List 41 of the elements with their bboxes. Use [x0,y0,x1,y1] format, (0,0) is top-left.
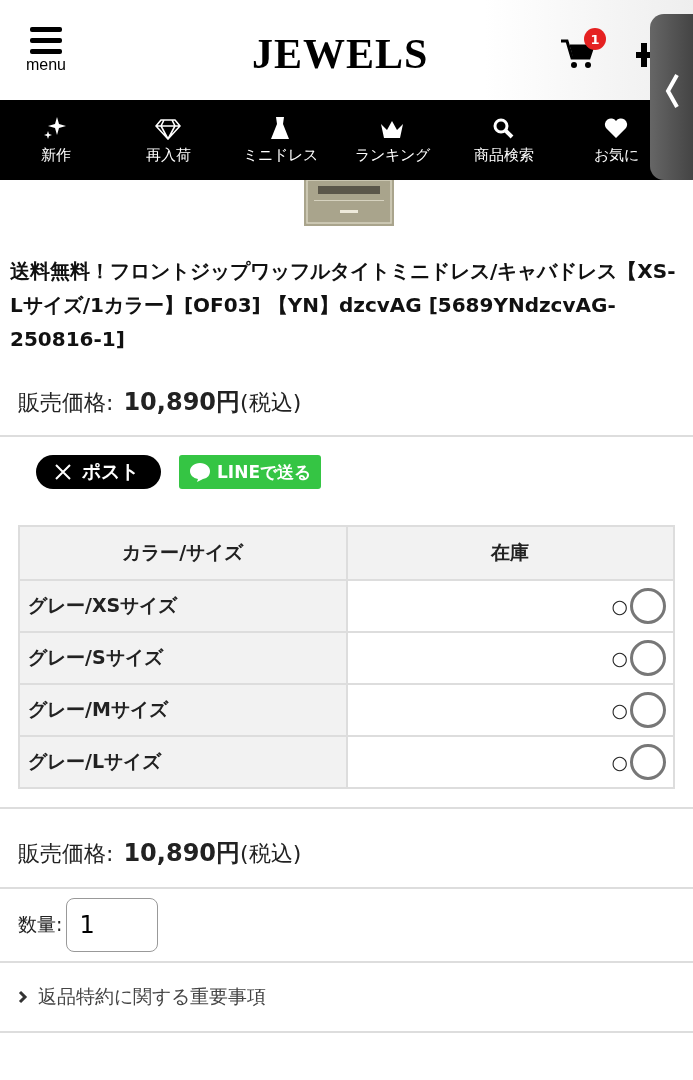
column-header: カラー/サイズ [19,526,347,580]
table-cell: グレー/Mサイズ [19,684,347,736]
price-value: 10,890円 [123,838,241,869]
radio-button[interactable] [630,692,666,728]
menu-icon[interactable] [28,26,64,56]
x-post-button[interactable]: ポスト [36,455,161,489]
radio-button[interactable] [630,744,666,780]
nav-tab[interactable]: 商品検索 [474,145,534,165]
cart-count-badge: 1 [584,28,606,50]
table-cell: グレー/XSサイズ [19,580,347,632]
quantity-label: 数量: [18,912,63,937]
nav-tab[interactable]: 新作 [41,145,71,165]
price-value: 10,890円 [123,387,241,418]
price-label: 販売価格: [18,389,114,417]
stock-mark: ○ [611,647,628,669]
product-title: 送料無料！フロントジップワッフルタイトミニドレス/キャバドレス【XS-Lサイズ/1カラー】[OF03] 【YN】dzcvAG [5689YNdzcvAG-250816-1] [10,258,677,353]
stock-mark: ○ [611,699,628,721]
nav-tab[interactable]: 再入荷 [145,145,191,165]
column-header: 在庫 [346,526,674,580]
tax-note: (税込) [240,840,302,868]
price-label: 販売価格: [18,840,114,868]
table-cell: グレー/Sサイズ [19,632,347,684]
side-drawer-handle[interactable] [650,14,693,180]
quantity-field[interactable]: 1 [66,898,159,952]
logo[interactable]: JEWELS [252,30,429,78]
menu-label[interactable]: menu [26,56,66,74]
nav-tab[interactable]: お気に [593,145,639,165]
return-policy-link[interactable]: 返品特約に関する重要事項 [38,984,266,1010]
speech-bubble-icon [189,462,211,482]
x-logo-icon [54,463,72,481]
nav-tab[interactable]: ミニドレス [242,145,318,165]
heart-icon[interactable] [603,115,629,140]
stock-mark: ○ [611,751,628,773]
chevron-left-icon [664,73,679,109]
radio-button[interactable] [630,588,666,624]
nav-tab[interactable]: ランキング [354,145,430,165]
table-cell: グレー/Lサイズ [19,736,347,788]
chevron-right-icon[interactable] [18,990,28,1004]
tax-note: (税込) [240,389,302,417]
radio-button[interactable] [630,640,666,676]
stock-mark: ○ [611,595,628,617]
